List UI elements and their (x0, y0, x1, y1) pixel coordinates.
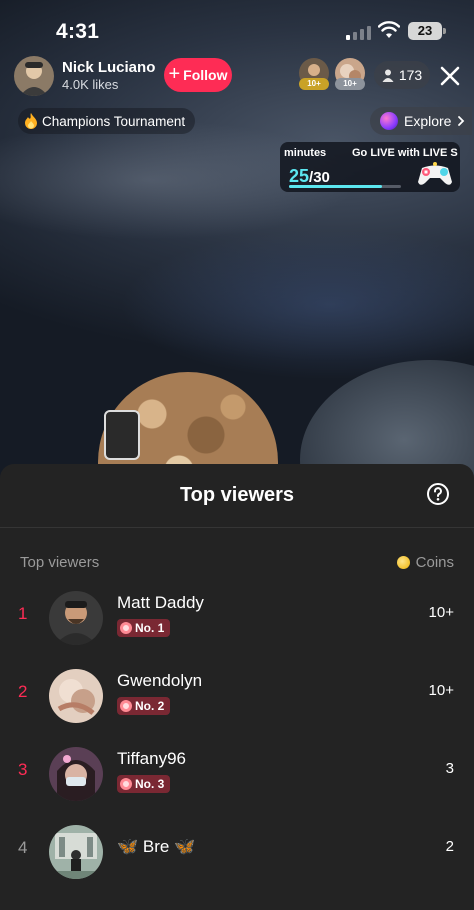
explore-button[interactable]: Explore (370, 107, 472, 135)
butterfly-icon: 🦋 (174, 837, 196, 856)
rank-badge: No. 1 (117, 619, 171, 637)
flame-icon (25, 113, 37, 129)
top-viewer-badge: 10+ (299, 78, 329, 90)
viewer-rank: 3 (18, 760, 28, 779)
viewer-name: Matt Daddy (117, 593, 204, 612)
viewer-name: Gwendolyn (117, 671, 203, 690)
viewer-coins: 3 (445, 760, 454, 777)
viewer-rank: 2 (18, 682, 28, 701)
viewer-avatar[interactable] (49, 747, 103, 801)
wifi-icon (378, 21, 400, 38)
sheet-title: Top viewers (179, 484, 295, 506)
video-cloud (120, 230, 474, 380)
explore-label: Explore (404, 113, 452, 129)
rank-badge-label: No. 1 (135, 621, 165, 635)
viewer-name: Bre (142, 837, 170, 856)
close-button[interactable] (436, 62, 464, 90)
viewer-rank: 4 (18, 838, 28, 857)
list-header-label: Top viewers (20, 554, 100, 571)
medal-icon (120, 778, 132, 790)
viewer-avatar[interactable] (49, 591, 103, 645)
viewer-row[interactable]: 1 Matt Daddy No. 1 10+ (0, 586, 474, 648)
viewer-row[interactable]: 3 Tiffany96 No. 3 3 (0, 742, 474, 804)
person-icon (382, 69, 394, 82)
medal-icon (120, 622, 132, 634)
goal-progress-fill (289, 185, 382, 188)
viewer-name: Tiffany96 (117, 749, 186, 768)
coins-header-label: Coins (415, 554, 454, 571)
viewer-coins: 10+ (428, 682, 454, 699)
goal-ticker-text: minutes (284, 147, 327, 159)
tournament-label: Champions Tournament (42, 113, 186, 129)
viewer-coins: 10+ (428, 604, 454, 621)
follow-button[interactable]: + Follow (164, 58, 232, 92)
signal-icon (346, 24, 372, 40)
host-name: Nick Luciano (62, 59, 156, 76)
viewer-count: 173 (398, 67, 423, 83)
video-cap-patch (104, 410, 140, 460)
goal-total: /30 (309, 169, 330, 186)
viewer-count-button[interactable]: 173 (374, 61, 430, 89)
rank-badge-label: No. 2 (135, 699, 165, 713)
chevron-right-icon (458, 116, 465, 126)
goal-progress-bar (289, 185, 401, 188)
status-bar: 4:31 23 (0, 0, 474, 56)
game-controller-icon (418, 162, 452, 185)
rank-badge: No. 2 (117, 697, 171, 715)
rank-badge-label: No. 3 (135, 777, 165, 791)
viewer-avatar[interactable] (49, 825, 103, 879)
rank-badge: No. 3 (117, 775, 171, 793)
host-likes: 4.0K likes (62, 77, 119, 92)
explore-orb-icon (380, 112, 398, 130)
close-icon (440, 66, 460, 86)
host-avatar[interactable] (14, 56, 54, 96)
goal-current: 25 (289, 166, 310, 186)
live-goal-card[interactable]: minutes Go LIVE with LIVE S 25/30 (280, 142, 460, 192)
coin-icon (396, 556, 410, 569)
status-time: 4:31 (56, 20, 100, 43)
viewer-coins: 2 (445, 838, 454, 855)
battery-indicator: 23 (408, 22, 446, 40)
list-header: Top viewers Coins (20, 554, 454, 574)
medal-icon (120, 700, 132, 712)
butterfly-icon: 🦋 (117, 837, 139, 856)
viewer-avatar[interactable] (49, 669, 103, 723)
top-viewer-badge: 10+ (335, 78, 365, 90)
viewer-row[interactable]: 2 Gwendolyn No. 2 10+ (0, 664, 474, 726)
tournament-chip[interactable]: Champions Tournament (18, 108, 196, 134)
viewer-rank: 1 (18, 604, 28, 623)
sheet-header: Top viewers (0, 464, 474, 528)
coins-header: Coins (396, 554, 454, 571)
viewer-name-group: 🦋 Bre 🦋 (117, 837, 195, 857)
goal-progress-count: 25/30 (289, 166, 330, 187)
follow-label: Follow (183, 67, 228, 83)
top-viewers-sheet: Top viewers Top viewers Coins 1 Matt Dad… (0, 464, 474, 910)
plus-icon: + (168, 63, 181, 85)
help-icon[interactable] (426, 482, 450, 506)
viewer-row[interactable]: 4 🦋 Bre 🦋 2 (0, 820, 474, 882)
